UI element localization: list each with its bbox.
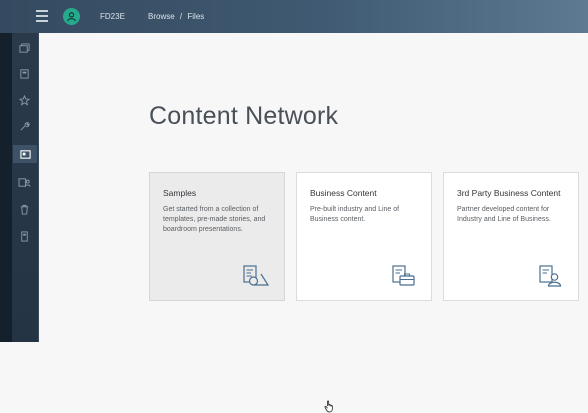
sidebar-item-bookmark[interactable]: [14, 227, 34, 245]
shell-header: FD23E Browse / Files: [0, 0, 588, 33]
content-network-icon: [19, 149, 31, 159]
breadcrumb-files[interactable]: Files: [187, 12, 204, 21]
sidebar-item-users[interactable]: [14, 173, 34, 191]
bookmark-icon: [20, 230, 28, 242]
avatar[interactable]: [63, 8, 80, 25]
sidebar-item-copy[interactable]: [14, 64, 34, 82]
breadcrumb: Browse / Files: [148, 12, 207, 21]
sidebar-item-tools[interactable]: [14, 117, 34, 135]
business-content-icon: [392, 265, 415, 286]
hand-cursor-icon: [324, 400, 333, 413]
card-description: Partner developed content for Industry a…: [457, 206, 551, 223]
wrench-icon: [20, 121, 30, 130]
menu-icon[interactable]: [36, 10, 48, 23]
breadcrumb-separator: /: [179, 12, 183, 21]
card-title: 3rd Party Business Content: [457, 188, 561, 198]
business-content-card[interactable]: Business Content Pre-built industry and …: [296, 172, 432, 301]
star-icon: [18, 94, 30, 106]
files-icon: [18, 42, 30, 53]
card-description: Pre-built industry and Line of Business …: [310, 206, 400, 223]
users-icon: [18, 177, 30, 187]
samples-icon: [243, 265, 270, 286]
sidebar-item-files[interactable]: [14, 39, 34, 57]
main-content: Content Network Samples Get started from…: [39, 33, 588, 413]
partner-content-icon: [539, 265, 562, 287]
user-icon: [67, 12, 76, 22]
trash-icon: [20, 204, 28, 215]
copy-icon: [19, 68, 29, 79]
card-title: Business Content: [310, 188, 377, 198]
card-title: Samples: [163, 188, 197, 198]
side-navigation: [0, 33, 39, 342]
breadcrumb-browse[interactable]: Browse: [148, 12, 175, 21]
sidebar-item-trash[interactable]: [14, 200, 34, 218]
partner-content-card[interactable]: 3rd Party Business Content Partner devel…: [443, 172, 579, 301]
samples-card[interactable]: Samples Get started from a collection of…: [149, 172, 333, 413]
sidebar-item-favorites[interactable]: [14, 91, 34, 109]
system-id: FD23E: [100, 12, 125, 21]
card-description: Get started from a collection of templat…: [163, 206, 266, 233]
page-title: Content Network: [149, 102, 339, 130]
sidebar-item-content-network[interactable]: [13, 145, 37, 163]
